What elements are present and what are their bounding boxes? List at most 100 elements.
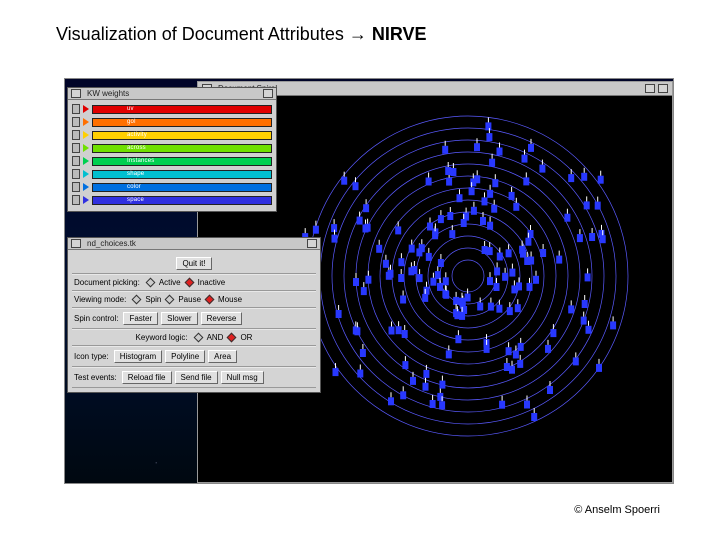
doc-glyph[interactable]	[341, 177, 347, 185]
doc-glyph[interactable]	[482, 197, 488, 205]
doc-glyph[interactable]	[586, 326, 592, 334]
doc-glyph[interactable]	[313, 226, 319, 234]
doc-glyph[interactable]	[471, 207, 477, 215]
doc-glyph[interactable]	[423, 370, 429, 378]
doc-glyph[interactable]	[438, 259, 444, 267]
doc-glyph[interactable]	[494, 267, 500, 275]
doc-glyph[interactable]	[411, 266, 417, 274]
doc-glyph[interactable]	[453, 297, 459, 305]
kw-slider-handle[interactable]	[72, 182, 80, 192]
doc-glyph[interactable]	[423, 383, 429, 391]
doc-glyph[interactable]	[438, 215, 444, 223]
doc-glyph[interactable]	[459, 312, 465, 320]
polyline-button[interactable]: Polyline	[165, 350, 205, 363]
doc-glyph[interactable]	[383, 260, 389, 268]
doc-glyph[interactable]	[581, 317, 587, 325]
kw-slider-handle[interactable]	[72, 117, 80, 127]
doc-glyph[interactable]	[336, 310, 342, 318]
doc-glyph[interactable]	[511, 285, 517, 293]
doc-glyph[interactable]	[426, 253, 432, 261]
doc-glyph[interactable]	[389, 327, 395, 335]
area-button[interactable]: Area	[208, 350, 237, 363]
doc-glyph[interactable]	[446, 178, 452, 186]
doc-glyph[interactable]	[474, 143, 480, 151]
doc-glyph[interactable]	[509, 192, 515, 200]
doc-glyph[interactable]	[422, 294, 428, 302]
slower-button[interactable]: Slower	[161, 312, 197, 325]
reverse-button[interactable]: Reverse	[201, 312, 243, 325]
quit-button[interactable]: Quit it!	[176, 257, 211, 270]
doc-glyph[interactable]	[582, 300, 588, 308]
doc-glyph[interactable]	[398, 258, 404, 266]
doc-glyph[interactable]	[528, 257, 534, 265]
doc-glyph[interactable]	[489, 159, 495, 167]
doc-glyph[interactable]	[419, 244, 425, 252]
doc-glyph[interactable]	[517, 360, 523, 368]
doc-glyph[interactable]	[573, 357, 579, 365]
doc-glyph[interactable]	[376, 245, 382, 253]
doc-glyph[interactable]	[333, 368, 339, 376]
doc-glyph[interactable]	[424, 287, 430, 295]
doc-glyph[interactable]	[522, 155, 528, 163]
doc-glyph[interactable]	[487, 247, 493, 255]
doc-glyph[interactable]	[484, 345, 490, 353]
doc-glyph[interactable]	[492, 179, 498, 187]
window-menu-icon[interactable]	[71, 239, 81, 248]
kw-bar[interactable]: activity	[92, 131, 272, 140]
doc-glyph[interactable]	[509, 366, 515, 374]
radio-and[interactable]	[193, 333, 203, 343]
doc-glyph[interactable]	[432, 231, 438, 239]
kw-bar[interactable]: uv	[92, 105, 272, 114]
doc-glyph[interactable]	[388, 270, 394, 278]
doc-glyph[interactable]	[502, 273, 508, 281]
doc-glyph[interactable]	[450, 168, 456, 176]
doc-glyph[interactable]	[480, 217, 486, 225]
doc-glyph[interactable]	[461, 219, 467, 227]
kw-bar[interactable]: color	[92, 183, 272, 192]
doc-glyph[interactable]	[610, 321, 616, 329]
doc-glyph[interactable]	[402, 361, 408, 369]
kw-bar[interactable]: across	[92, 144, 272, 153]
doc-glyph[interactable]	[486, 133, 492, 141]
doc-glyph[interactable]	[455, 335, 461, 343]
kw-titlebar[interactable]: KW weights	[68, 88, 276, 100]
reload-file-button[interactable]: Reload file	[122, 371, 172, 384]
doc-glyph[interactable]	[491, 205, 497, 213]
doc-glyph[interactable]	[581, 173, 587, 181]
doc-glyph[interactable]	[497, 253, 503, 261]
doc-glyph[interactable]	[556, 256, 562, 264]
doc-glyph[interactable]	[550, 329, 556, 337]
doc-glyph[interactable]	[361, 287, 367, 295]
faster-button[interactable]: Faster	[123, 312, 158, 325]
doc-glyph[interactable]	[494, 283, 500, 291]
doc-glyph[interactable]	[449, 230, 455, 238]
radio-mouse[interactable]	[205, 295, 215, 305]
doc-glyph[interactable]	[439, 381, 445, 389]
minimize-icon[interactable]	[263, 89, 273, 98]
doc-glyph[interactable]	[545, 345, 551, 353]
doc-glyph[interactable]	[577, 234, 583, 242]
kw-bar[interactable]: gol	[92, 118, 272, 127]
radio-or[interactable]	[227, 333, 237, 343]
doc-glyph[interactable]	[507, 307, 513, 315]
doc-glyph[interactable]	[509, 269, 515, 277]
doc-glyph[interactable]	[396, 326, 402, 334]
doc-glyph[interactable]	[564, 214, 570, 222]
doc-glyph[interactable]	[527, 283, 533, 291]
kw-bar[interactable]: shape	[92, 170, 272, 179]
radio-pause[interactable]	[165, 295, 175, 305]
doc-glyph[interactable]	[477, 303, 483, 311]
doc-glyph[interactable]	[547, 386, 553, 394]
doc-glyph[interactable]	[400, 296, 406, 304]
kw-slider-handle[interactable]	[72, 130, 80, 140]
doc-glyph[interactable]	[430, 400, 436, 408]
doc-glyph[interactable]	[474, 175, 480, 183]
doc-glyph[interactable]	[332, 235, 338, 243]
kw-slider-handle[interactable]	[72, 104, 80, 114]
doc-glyph[interactable]	[395, 226, 401, 234]
doc-glyph[interactable]	[402, 330, 408, 338]
doc-glyph[interactable]	[528, 144, 534, 152]
doc-glyph[interactable]	[410, 377, 416, 385]
doc-glyph[interactable]	[357, 217, 363, 225]
doc-glyph[interactable]	[525, 238, 531, 246]
